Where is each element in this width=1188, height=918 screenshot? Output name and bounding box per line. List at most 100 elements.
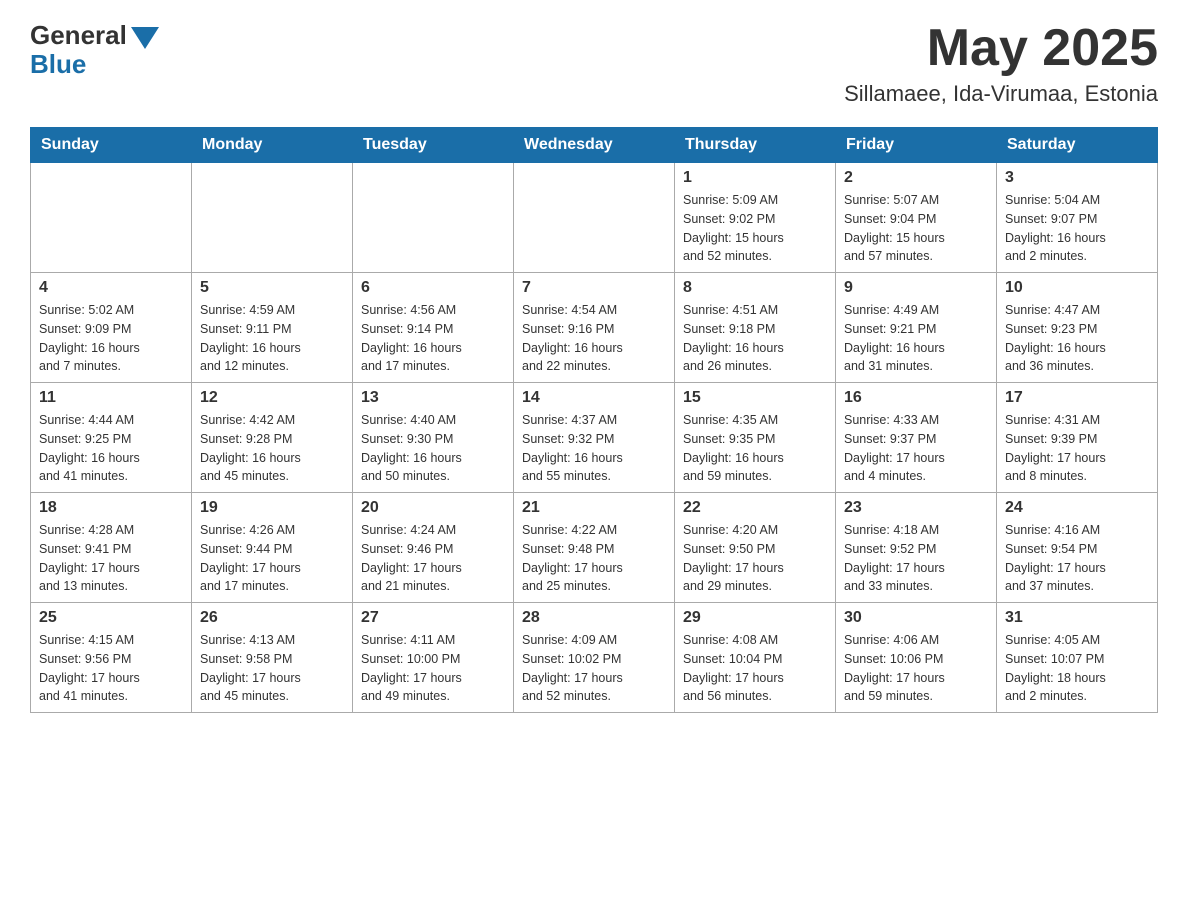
calendar-cell: 28Sunrise: 4:09 AM Sunset: 10:02 PM Dayl…	[514, 603, 675, 713]
day-info: Sunrise: 5:04 AM Sunset: 9:07 PM Dayligh…	[1005, 191, 1149, 266]
calendar-cell: 14Sunrise: 4:37 AM Sunset: 9:32 PM Dayli…	[514, 383, 675, 493]
calendar-header-sunday: Sunday	[31, 128, 192, 163]
calendar-cell: 8 Sunrise: 4:51 AM Sunset: 9:18 PM Daylig…	[675, 273, 836, 383]
day-info: Sunrise: 4:28 AM Sunset: 9:41 PM Dayligh…	[39, 521, 183, 596]
day-info: Sunrise: 4:11 AM Sunset: 10:00 PM Daylig…	[361, 631, 505, 706]
calendar-cell: 5Sunrise: 4:59 AM Sunset: 9:11 PM Daylig…	[192, 273, 353, 383]
day-info: Sunrise: 4:18 AM Sunset: 9:52 PM Dayligh…	[844, 521, 988, 596]
day-info: Sunrise: 4:06 AM Sunset: 10:06 PM Daylig…	[844, 631, 988, 706]
calendar-cell: 19 Sunrise: 4:26 AM Sunset: 9:44 PM Dayli…	[192, 493, 353, 603]
calendar-cell: 22Sunrise: 4:20 AM Sunset: 9:50 PM Dayli…	[675, 493, 836, 603]
day-number: 18	[39, 499, 183, 517]
page-header: General Blue May 2025 Sillamaee, Ida-Vir…	[30, 20, 1158, 107]
day-number: 12	[200, 389, 344, 407]
day-number: 10	[1005, 279, 1149, 297]
calendar-week-3: 11 Sunrise: 4:44 AM Sunset: 9:25 PM Dayli…	[31, 383, 1158, 493]
location-text: Sillamaee, Ida-Virumaa, Estonia	[844, 81, 1158, 107]
day-number: 22	[683, 499, 827, 517]
calendar-cell	[514, 163, 675, 273]
calendar-cell: 21Sunrise: 4:22 AM Sunset: 9:48 PM Dayli…	[514, 493, 675, 603]
logo-blue-text: Blue	[30, 49, 86, 80]
day-number: 21	[522, 499, 666, 517]
calendar-cell: 24 Sunrise: 4:16 AM Sunset: 9:54 PM Dayli…	[997, 493, 1158, 603]
day-number: 3	[1005, 169, 1149, 187]
day-info: Sunrise: 4:44 AM Sunset: 9:25 PM Dayligh…	[39, 411, 183, 486]
calendar-cell: 18 Sunrise: 4:28 AM Sunset: 9:41 PM Dayli…	[31, 493, 192, 603]
logo-general-text: General	[30, 20, 127, 51]
day-number: 16	[844, 389, 988, 407]
day-number: 25	[39, 609, 183, 627]
calendar-cell	[31, 163, 192, 273]
day-info: Sunrise: 4:37 AM Sunset: 9:32 PM Dayligh…	[522, 411, 666, 486]
calendar-cell: 4Sunrise: 5:02 AM Sunset: 9:09 PM Daylig…	[31, 273, 192, 383]
calendar-cell: 17 Sunrise: 4:31 AM Sunset: 9:39 PM Dayli…	[997, 383, 1158, 493]
day-number: 6	[361, 279, 505, 297]
day-info: Sunrise: 4:24 AM Sunset: 9:46 PM Dayligh…	[361, 521, 505, 596]
day-number: 24	[1005, 499, 1149, 517]
day-number: 7	[522, 279, 666, 297]
day-number: 26	[200, 609, 344, 627]
day-info: Sunrise: 5:02 AM Sunset: 9:09 PM Dayligh…	[39, 301, 183, 376]
calendar-cell: 1Sunrise: 5:09 AM Sunset: 9:02 PM Daylig…	[675, 163, 836, 273]
calendar-header-friday: Friday	[836, 128, 997, 163]
calendar-cell: 2Sunrise: 5:07 AM Sunset: 9:04 PM Daylig…	[836, 163, 997, 273]
day-info: Sunrise: 4:33 AM Sunset: 9:37 PM Dayligh…	[844, 411, 988, 486]
calendar-header-thursday: Thursday	[675, 128, 836, 163]
day-number: 28	[522, 609, 666, 627]
calendar-cell: 20Sunrise: 4:24 AM Sunset: 9:46 PM Dayli…	[353, 493, 514, 603]
calendar-cell: 31Sunrise: 4:05 AM Sunset: 10:07 PM Dayl…	[997, 603, 1158, 713]
logo: General Blue	[30, 20, 159, 80]
day-info: Sunrise: 5:07 AM Sunset: 9:04 PM Dayligh…	[844, 191, 988, 266]
day-info: Sunrise: 4:42 AM Sunset: 9:28 PM Dayligh…	[200, 411, 344, 486]
calendar-cell: 7 Sunrise: 4:54 AM Sunset: 9:16 PM Daylig…	[514, 273, 675, 383]
day-number: 8	[683, 279, 827, 297]
calendar-cell	[353, 163, 514, 273]
calendar-header-row: SundayMondayTuesdayWednesdayThursdayFrid…	[31, 128, 1158, 163]
calendar-header-tuesday: Tuesday	[353, 128, 514, 163]
day-number: 1	[683, 169, 827, 187]
day-number: 17	[1005, 389, 1149, 407]
day-info: Sunrise: 4:31 AM Sunset: 9:39 PM Dayligh…	[1005, 411, 1149, 486]
calendar-cell: 16 Sunrise: 4:33 AM Sunset: 9:37 PM Dayli…	[836, 383, 997, 493]
calendar-cell: 11 Sunrise: 4:44 AM Sunset: 9:25 PM Dayli…	[31, 383, 192, 493]
day-info: Sunrise: 4:16 AM Sunset: 9:54 PM Dayligh…	[1005, 521, 1149, 596]
calendar-header-wednesday: Wednesday	[514, 128, 675, 163]
day-info: Sunrise: 4:26 AM Sunset: 9:44 PM Dayligh…	[200, 521, 344, 596]
day-number: 29	[683, 609, 827, 627]
calendar-cell: 15Sunrise: 4:35 AM Sunset: 9:35 PM Dayli…	[675, 383, 836, 493]
day-info: Sunrise: 4:08 AM Sunset: 10:04 PM Daylig…	[683, 631, 827, 706]
calendar-cell: 3 Sunrise: 5:04 AM Sunset: 9:07 PM Daylig…	[997, 163, 1158, 273]
day-info: Sunrise: 4:59 AM Sunset: 9:11 PM Dayligh…	[200, 301, 344, 376]
day-number: 9	[844, 279, 988, 297]
calendar-cell: 26 Sunrise: 4:13 AM Sunset: 9:58 PM Dayli…	[192, 603, 353, 713]
calendar-cell: 13 Sunrise: 4:40 AM Sunset: 9:30 PM Dayli…	[353, 383, 514, 493]
calendar-table: SundayMondayTuesdayWednesdayThursdayFrid…	[30, 127, 1158, 713]
day-info: Sunrise: 4:13 AM Sunset: 9:58 PM Dayligh…	[200, 631, 344, 706]
calendar-week-4: 18 Sunrise: 4:28 AM Sunset: 9:41 PM Dayli…	[31, 493, 1158, 603]
calendar-cell: 29 Sunrise: 4:08 AM Sunset: 10:04 PM Dayl…	[675, 603, 836, 713]
calendar-cell: 27Sunrise: 4:11 AM Sunset: 10:00 PM Dayl…	[353, 603, 514, 713]
day-info: Sunrise: 4:49 AM Sunset: 9:21 PM Dayligh…	[844, 301, 988, 376]
calendar-week-2: 4Sunrise: 5:02 AM Sunset: 9:09 PM Daylig…	[31, 273, 1158, 383]
day-number: 13	[361, 389, 505, 407]
day-info: Sunrise: 4:47 AM Sunset: 9:23 PM Dayligh…	[1005, 301, 1149, 376]
calendar-cell: 12 Sunrise: 4:42 AM Sunset: 9:28 PM Dayli…	[192, 383, 353, 493]
title-block: May 2025 Sillamaee, Ida-Virumaa, Estonia	[844, 20, 1158, 107]
day-info: Sunrise: 4:54 AM Sunset: 9:16 PM Dayligh…	[522, 301, 666, 376]
day-number: 23	[844, 499, 988, 517]
day-info: Sunrise: 4:40 AM Sunset: 9:30 PM Dayligh…	[361, 411, 505, 486]
calendar-week-1: 1Sunrise: 5:09 AM Sunset: 9:02 PM Daylig…	[31, 163, 1158, 273]
day-info: Sunrise: 4:15 AM Sunset: 9:56 PM Dayligh…	[39, 631, 183, 706]
day-number: 15	[683, 389, 827, 407]
calendar-week-5: 25 Sunrise: 4:15 AM Sunset: 9:56 PM Dayli…	[31, 603, 1158, 713]
day-number: 30	[844, 609, 988, 627]
calendar-cell: 23 Sunrise: 4:18 AM Sunset: 9:52 PM Dayli…	[836, 493, 997, 603]
day-info: Sunrise: 4:51 AM Sunset: 9:18 PM Dayligh…	[683, 301, 827, 376]
calendar-cell: 6Sunrise: 4:56 AM Sunset: 9:14 PM Daylig…	[353, 273, 514, 383]
day-number: 19	[200, 499, 344, 517]
day-number: 31	[1005, 609, 1149, 627]
day-number: 11	[39, 389, 183, 407]
calendar-cell: 25 Sunrise: 4:15 AM Sunset: 9:56 PM Dayli…	[31, 603, 192, 713]
calendar-header-monday: Monday	[192, 128, 353, 163]
calendar-cell: 30 Sunrise: 4:06 AM Sunset: 10:06 PM Dayl…	[836, 603, 997, 713]
